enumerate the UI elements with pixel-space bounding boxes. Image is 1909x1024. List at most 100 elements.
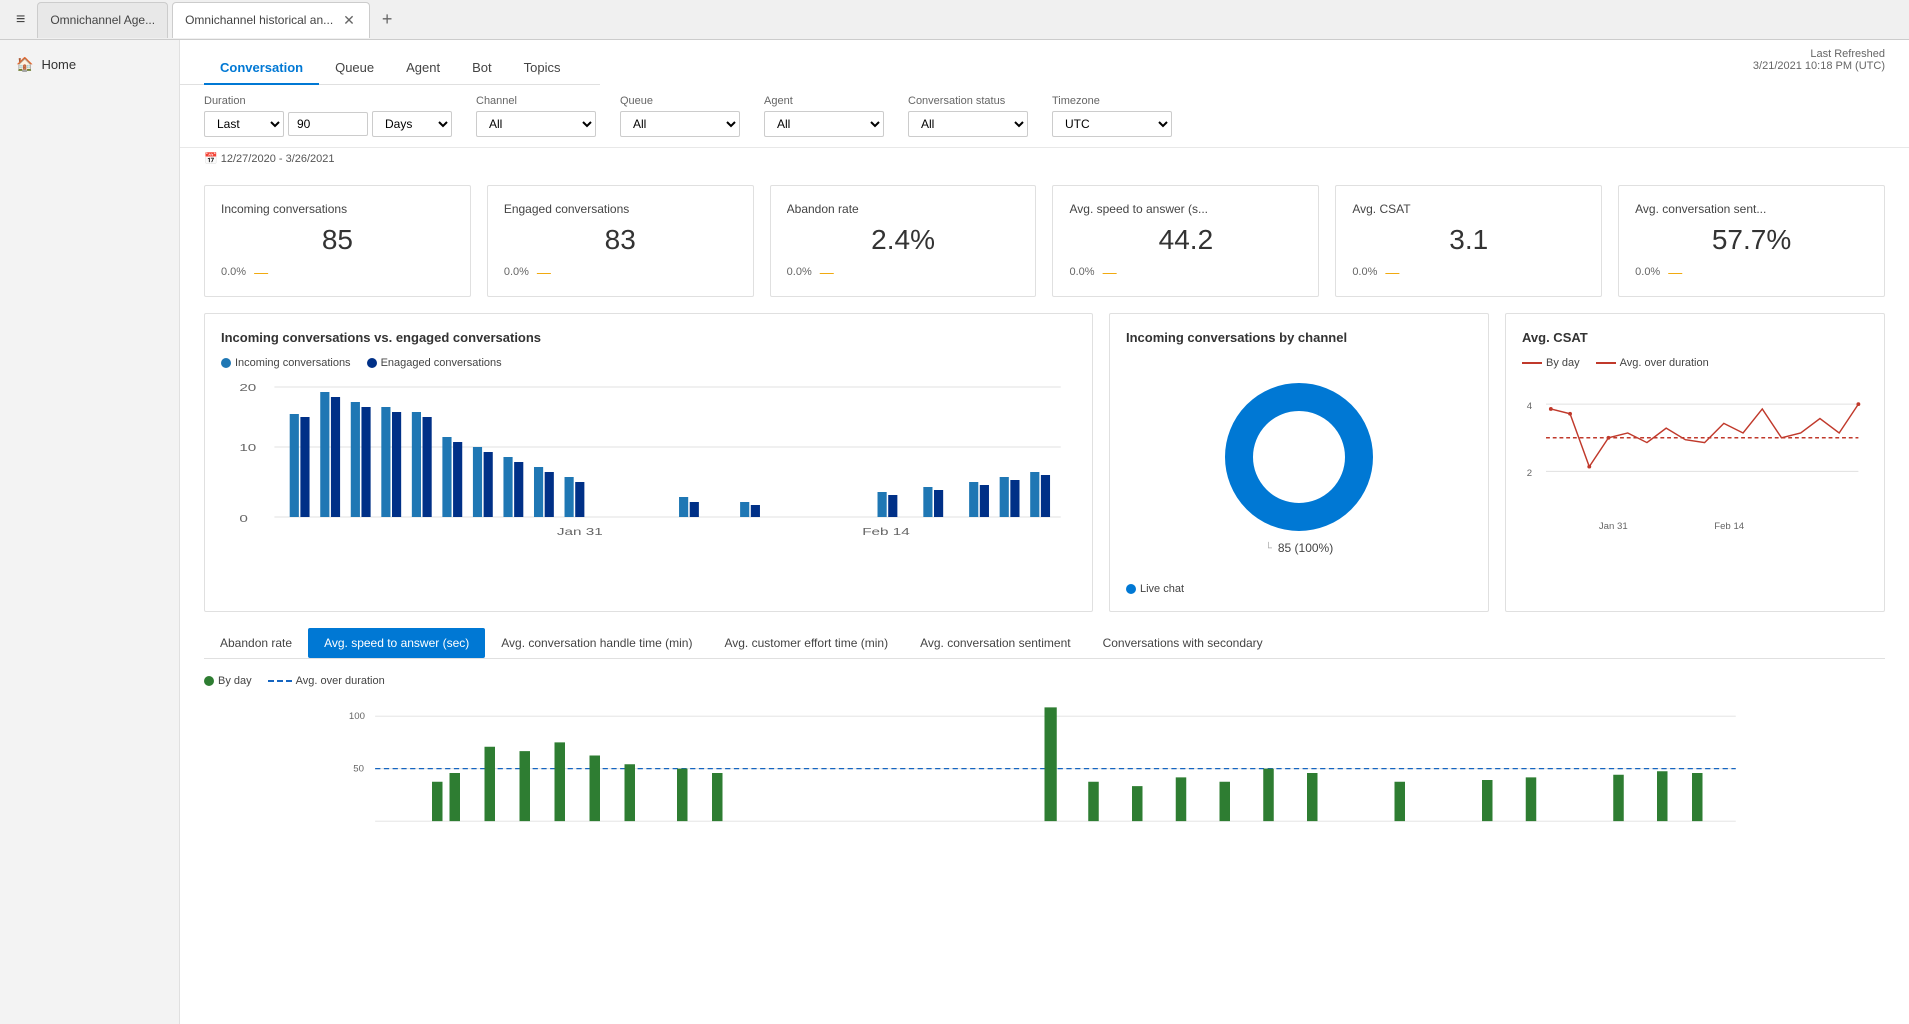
kpi-value: 2.4% (787, 224, 1020, 256)
kpi-row: Incoming conversations 85 0.0% — Engaged… (180, 169, 1909, 313)
tab-avg-handle-time[interactable]: Avg. conversation handle time (min) (485, 628, 708, 658)
donut-chart-title: Incoming conversations by channel (1126, 330, 1472, 345)
tab-topics[interactable]: Topics (508, 52, 577, 85)
svg-text:50: 50 (353, 763, 364, 774)
kpi-change: 0.0% (1352, 266, 1377, 278)
duration-preset-select[interactable]: Last (204, 111, 284, 137)
channel-label: Channel (476, 95, 596, 107)
channel-select[interactable]: All (476, 111, 596, 137)
tab-conversations-with-secondary[interactable]: Conversations with secondary (1087, 628, 1279, 658)
svg-text:20: 20 (239, 382, 256, 394)
date-range-text: 12/27/2020 - 3/26/2021 (221, 153, 335, 165)
kpi-value: 57.7% (1635, 224, 1868, 256)
legend-line-avg-duration (1596, 362, 1616, 364)
kpi-change: 0.0% (1069, 266, 1094, 278)
sidebar-item-home[interactable]: 🏠 Home (0, 48, 179, 81)
csat-chart-title: Avg. CSAT (1522, 330, 1868, 345)
duration-value-input[interactable] (288, 112, 368, 136)
queue-select[interactable]: All (620, 111, 740, 137)
legend-dot-engaged (367, 358, 377, 368)
tab-omnichannel-historical[interactable]: Omnichannel historical an... ✕ (172, 2, 370, 38)
kpi-change: 0.0% (504, 266, 529, 278)
legend-incoming: Incoming conversations (221, 357, 351, 369)
tab-avg-customer-effort[interactable]: Avg. customer effort time (min) (708, 628, 904, 658)
new-tab-button[interactable]: + (374, 5, 401, 34)
svg-text:Feb 14: Feb 14 (1714, 521, 1745, 532)
legend-label-by-day-bottom: By day (218, 675, 252, 687)
kpi-indicator: — (254, 264, 268, 280)
svg-text:100: 100 (349, 711, 365, 722)
bar-chart-card: Incoming conversations vs. engaged conve… (204, 313, 1093, 612)
bottom-chart-legend: By day Avg. over duration (204, 675, 1885, 687)
bottom-tabs: Abandon rate Avg. speed to answer (sec) … (204, 628, 1885, 659)
home-icon: 🏠 (16, 56, 33, 73)
tab-label: Omnichannel Age... (50, 13, 155, 27)
agent-label: Agent (764, 95, 884, 107)
duration-unit-select[interactable]: Days (372, 111, 452, 137)
tab-bot[interactable]: Bot (456, 52, 508, 85)
legend-label-by-day: By day (1546, 357, 1580, 369)
tab-close-button[interactable]: ✕ (341, 12, 357, 29)
filter-queue: Queue All (620, 95, 740, 137)
svg-text:0: 0 (239, 513, 247, 525)
filters-bar: Duration Last Days Channel All (180, 85, 1909, 148)
donut-center-label: 85 (100%) (1278, 541, 1333, 555)
csat-chart-card: Avg. CSAT By day Avg. over duration 4 2 (1505, 313, 1885, 612)
kpi-indicator: — (820, 264, 834, 280)
bottom-section: Abandon rate Avg. speed to answer (sec) … (180, 628, 1909, 863)
filter-duration: Duration Last Days (204, 95, 452, 137)
timezone-select[interactable]: UTC (1052, 111, 1172, 137)
filter-channel: Channel All (476, 95, 596, 137)
kpi-title: Avg. CSAT (1352, 202, 1585, 216)
legend-by-day: By day (1522, 357, 1580, 369)
last-refreshed-date: 3/21/2021 10:18 PM (UTC) (1753, 60, 1885, 72)
tab-avg-conversation-sentiment[interactable]: Avg. conversation sentiment (904, 628, 1087, 658)
kpi-indicator: — (1668, 264, 1682, 280)
donut-chart-card: Incoming conversations by channel └ 85 (… (1109, 313, 1489, 612)
csat-chart-svg: 4 2 (1522, 377, 1868, 537)
kpi-avg-conversation-sentiment: Avg. conversation sent... 57.7% 0.0% — (1618, 185, 1885, 297)
svg-text:4: 4 (1527, 401, 1533, 412)
tab-conversation[interactable]: Conversation (204, 52, 319, 85)
legend-label-incoming: Incoming conversations (235, 357, 351, 369)
bar-chart-svg: 20 10 0 (221, 377, 1076, 537)
app-body: 🏠 Home Conversation Queue Agent Bot Topi… (0, 40, 1909, 1024)
tab-abandon-rate[interactable]: Abandon rate (204, 628, 308, 658)
filter-conversation-status: Conversation status All (908, 95, 1028, 137)
calendar-icon: 📅 (204, 153, 218, 165)
svg-text:Feb 14: Feb 14 (862, 526, 909, 537)
tab-queue[interactable]: Queue (319, 52, 390, 85)
tab-label: Omnichannel historical an... (185, 13, 333, 27)
kpi-title: Incoming conversations (221, 202, 454, 216)
kpi-change: 0.0% (221, 266, 246, 278)
legend-dot-by-day (204, 676, 214, 686)
kpi-title: Abandon rate (787, 202, 1020, 216)
bottom-chart-area: 100 50 (204, 703, 1885, 863)
csat-chart-area: 4 2 (1522, 377, 1868, 537)
tab-avg-speed-to-answer[interactable]: Avg. speed to answer (sec) (308, 628, 485, 658)
legend-label-avg-bottom: Avg. over duration (296, 675, 385, 687)
tab-menu-button[interactable]: ≡ (8, 7, 33, 33)
filter-timezone: Timezone UTC (1052, 95, 1172, 137)
kpi-change: 0.0% (787, 266, 812, 278)
kpi-title: Avg. conversation sent... (1635, 202, 1868, 216)
main-content: Conversation Queue Agent Bot Topics Last… (180, 40, 1909, 1024)
bottom-chart-svg: 100 50 (204, 703, 1885, 843)
kpi-title: Avg. speed to answer (s... (1069, 202, 1302, 216)
kpi-abandon-rate: Abandon rate 2.4% 0.0% — (770, 185, 1037, 297)
agent-select[interactable]: All (764, 111, 884, 137)
timezone-label: Timezone (1052, 95, 1172, 107)
tab-agent[interactable]: Agent (390, 52, 456, 85)
legend-label-avg-duration: Avg. over duration (1620, 357, 1709, 369)
donut-legend: Live chat (1126, 583, 1472, 595)
kpi-value: 3.1 (1352, 224, 1585, 256)
legend-line-by-day (1522, 362, 1542, 364)
sidebar: 🏠 Home (0, 40, 180, 1024)
legend-live-chat: Live chat (1126, 583, 1184, 595)
tab-omnichannel-agent[interactable]: Omnichannel Age... (37, 2, 168, 38)
kpi-engaged-conversations: Engaged conversations 83 0.0% — (487, 185, 754, 297)
conversation-status-label: Conversation status (908, 95, 1028, 107)
legend-avg-duration-bottom: Avg. over duration (268, 675, 385, 687)
conversation-status-select[interactable]: All (908, 111, 1028, 137)
date-range: 📅 12/27/2020 - 3/26/2021 (180, 148, 1909, 169)
